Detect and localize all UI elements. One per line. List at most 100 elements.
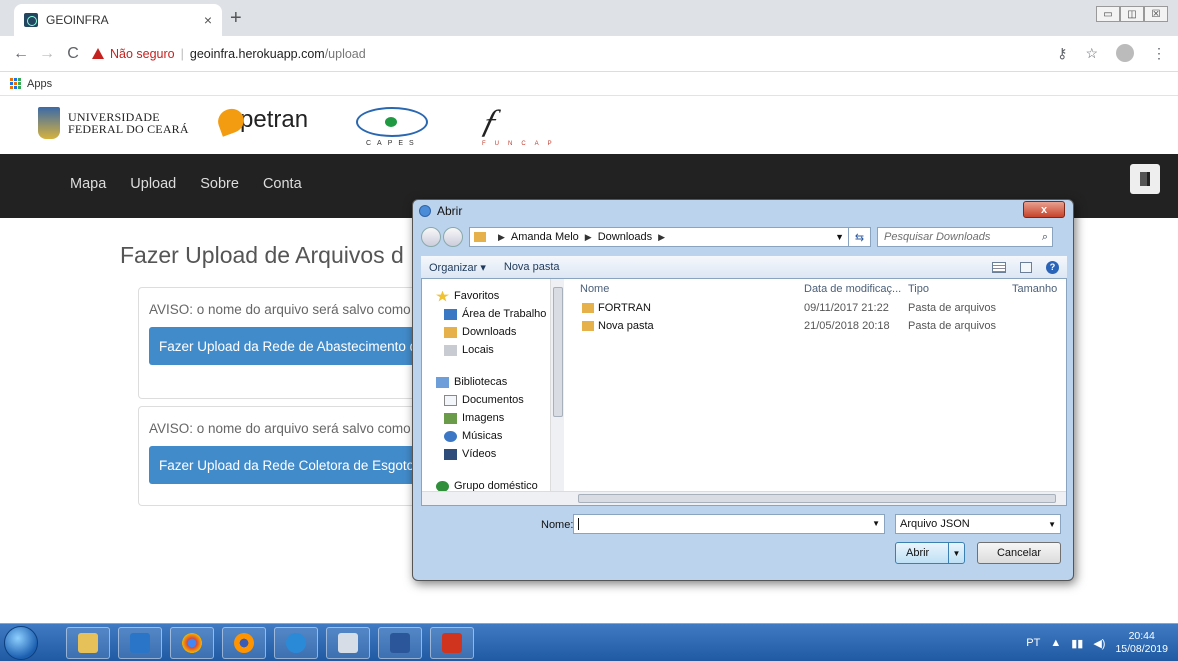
star-icon[interactable]: ☆ bbox=[1085, 45, 1098, 62]
minimize-button[interactable]: ▭ bbox=[1096, 6, 1120, 22]
dialog-body: Favoritos Área de Trabalho Downloads Loc… bbox=[421, 278, 1067, 506]
insecure-label[interactable]: Não seguro bbox=[110, 47, 175, 61]
ufc-logo: UNIVERSIDADE FEDERAL DO CEARÁ bbox=[38, 107, 189, 139]
organize-menu[interactable]: Organizar ▾ bbox=[429, 261, 486, 274]
acrobat-taskbar-icon[interactable] bbox=[430, 627, 474, 659]
folder-path-field[interactable]: ▶ Amanda Melo ▶ Downloads ▶ ▼ bbox=[469, 227, 849, 247]
column-tipo[interactable]: Tipo bbox=[908, 283, 929, 295]
folder-icon bbox=[582, 321, 594, 331]
word-taskbar-icon[interactable] bbox=[378, 627, 422, 659]
browser-tab[interactable]: GEOINFRA × bbox=[14, 4, 222, 36]
navigation-pane: Favoritos Área de Trabalho Downloads Loc… bbox=[422, 279, 550, 491]
path-dropdown-icon[interactable]: ▼ bbox=[835, 232, 844, 242]
refresh-icon[interactable]: ⇆ bbox=[849, 227, 871, 247]
apps-bookmark[interactable]: Apps bbox=[27, 78, 52, 90]
file-type-select[interactable]: Arquivo JSON ▼ bbox=[895, 514, 1061, 534]
upload-esgoto-button[interactable]: Fazer Upload da Rede Coletora de Esgoto bbox=[149, 446, 439, 484]
help-icon[interactable]: ? bbox=[1046, 260, 1059, 274]
libraries-icon bbox=[436, 376, 449, 388]
nav-documentos[interactable]: Documentos bbox=[422, 391, 550, 409]
explorer-taskbar-icon[interactable] bbox=[66, 627, 110, 659]
cancel-button[interactable]: Cancelar bbox=[977, 542, 1061, 564]
file-row-fortran[interactable]: FORTRAN 09/11/2017 21:22 Pasta de arquiv… bbox=[566, 299, 1066, 317]
aviso-text: AVISO: o nome do arquivo será salvo como bbox=[149, 421, 411, 436]
back-circle-icon[interactable] bbox=[421, 227, 441, 247]
tab-close-icon[interactable]: × bbox=[204, 12, 212, 28]
nav-grupo-domestico[interactable]: Grupo doméstico bbox=[422, 477, 550, 491]
folder-icon bbox=[474, 232, 486, 242]
logos-header: UNIVERSIDADE FEDERAL DO CEARÁ petran CAP… bbox=[0, 97, 1178, 154]
column-data[interactable]: Data de modificaç... bbox=[804, 283, 901, 295]
new-tab-button[interactable]: + bbox=[230, 8, 242, 28]
filename-input[interactable]: ▼ bbox=[573, 514, 885, 534]
preview-pane-icon[interactable] bbox=[1020, 261, 1032, 273]
horizontal-scrollbar[interactable] bbox=[422, 491, 1066, 505]
key-icon[interactable]: ⚷ bbox=[1057, 45, 1067, 62]
nav-sobre[interactable]: Sobre bbox=[200, 176, 239, 192]
breadcrumb-user[interactable]: Amanda Melo bbox=[511, 231, 579, 243]
url-field[interactable]: Não seguro | geoinfra.herokuapp.com/uplo… bbox=[92, 41, 366, 67]
nav-mapa[interactable]: Mapa bbox=[70, 176, 106, 192]
system-tray: PT ▲ ▮▮ ◀) 20:44 15/08/2019 bbox=[1026, 624, 1168, 661]
search-downloads-input[interactable]: Pesquisar Downloads ⌕ bbox=[877, 227, 1053, 247]
chrome-taskbar-icon[interactable] bbox=[170, 627, 214, 659]
nav-favoritos[interactable]: Favoritos bbox=[422, 287, 550, 305]
petran-text: petran bbox=[240, 106, 309, 133]
network-icon[interactable]: ▮▮ bbox=[1071, 637, 1083, 650]
homegroup-icon bbox=[436, 480, 449, 491]
maximize-button[interactable]: ◫ bbox=[1120, 6, 1144, 22]
clock[interactable]: 20:44 15/08/2019 bbox=[1115, 630, 1168, 656]
volume-icon[interactable]: ◀) bbox=[1093, 637, 1105, 650]
back-icon[interactable]: ← bbox=[8, 45, 34, 63]
desktop-icon bbox=[444, 308, 457, 320]
tray-expand-icon[interactable]: ▲ bbox=[1050, 637, 1061, 649]
menu-dots-icon[interactable]: ⋮ bbox=[1152, 45, 1166, 62]
warning-icon bbox=[92, 48, 104, 59]
videos-icon bbox=[444, 448, 457, 460]
new-folder-button[interactable]: Nova pasta bbox=[504, 261, 560, 273]
forward-icon[interactable]: → bbox=[34, 45, 60, 63]
dialog-address-row: ▶ Amanda Melo ▶ Downloads ▶ ▼ ⇆ Pesquisa… bbox=[421, 226, 1067, 248]
nav-area-de-trabalho[interactable]: Área de Trabalho bbox=[422, 305, 550, 323]
upload-abastecimento-button[interactable]: Fazer Upload da Rede de Abastecimento d bbox=[149, 327, 439, 365]
chrome-icon bbox=[419, 205, 431, 217]
documents-icon bbox=[444, 394, 457, 406]
filename-dropdown-icon[interactable]: ▼ bbox=[872, 519, 880, 528]
start-button[interactable] bbox=[4, 626, 38, 660]
upload-panel-abastecimento: AVISO: o nome do arquivo será salvo como… bbox=[138, 287, 439, 399]
nav-musicas[interactable]: Músicas bbox=[422, 427, 550, 445]
close-window-button[interactable]: ☒ bbox=[1144, 6, 1168, 22]
column-nome[interactable]: Nome bbox=[580, 283, 609, 295]
internet-explorer-taskbar-icon[interactable] bbox=[274, 627, 318, 659]
open-split-dropdown-icon[interactable]: ▼ bbox=[948, 543, 964, 563]
nav-bibliotecas[interactable]: Bibliotecas bbox=[422, 373, 550, 391]
forward-circle-icon[interactable] bbox=[443, 227, 463, 247]
language-indicator[interactable]: PT bbox=[1026, 637, 1040, 649]
view-options-icon[interactable] bbox=[992, 261, 1006, 273]
apps-grid-icon bbox=[10, 78, 21, 89]
nav-conta[interactable]: Conta bbox=[263, 176, 302, 192]
firefox-taskbar-icon[interactable] bbox=[222, 627, 266, 659]
nav-imagens[interactable]: Imagens bbox=[422, 409, 550, 427]
dialog-titlebar[interactable]: Abrir x bbox=[413, 200, 1073, 222]
outlook-taskbar-icon[interactable] bbox=[118, 627, 162, 659]
breadcrumb-downloads[interactable]: Downloads bbox=[598, 231, 652, 243]
profile-avatar[interactable] bbox=[1116, 44, 1134, 62]
file-row-nova-pasta[interactable]: Nova pasta 21/05/2018 20:18 Pasta de arq… bbox=[566, 317, 1066, 335]
search-icon: ⌕ bbox=[1041, 230, 1048, 243]
nav-pane-scrollbar[interactable] bbox=[550, 279, 564, 491]
nav-locais[interactable]: Locais bbox=[422, 341, 550, 359]
reload-icon[interactable]: C bbox=[60, 45, 86, 63]
nav-downloads[interactable]: Downloads bbox=[422, 323, 550, 341]
dialog-close-button[interactable]: x bbox=[1023, 201, 1065, 218]
open-button[interactable]: Abrir ▼ bbox=[895, 542, 965, 564]
calculator-taskbar-icon[interactable] bbox=[326, 627, 370, 659]
column-tamanho[interactable]: Tamanho bbox=[1012, 283, 1057, 295]
nav-upload[interactable]: Upload bbox=[130, 176, 176, 192]
music-icon bbox=[444, 430, 457, 442]
nav-videos[interactable]: Vídeos bbox=[422, 445, 550, 463]
logout-button[interactable] bbox=[1130, 164, 1160, 194]
tab-title: GEOINFRA bbox=[46, 13, 109, 27]
dialog-toolbar: Organizar ▾ Nova pasta ? bbox=[421, 256, 1067, 278]
clock-date: 15/08/2019 bbox=[1115, 643, 1168, 655]
